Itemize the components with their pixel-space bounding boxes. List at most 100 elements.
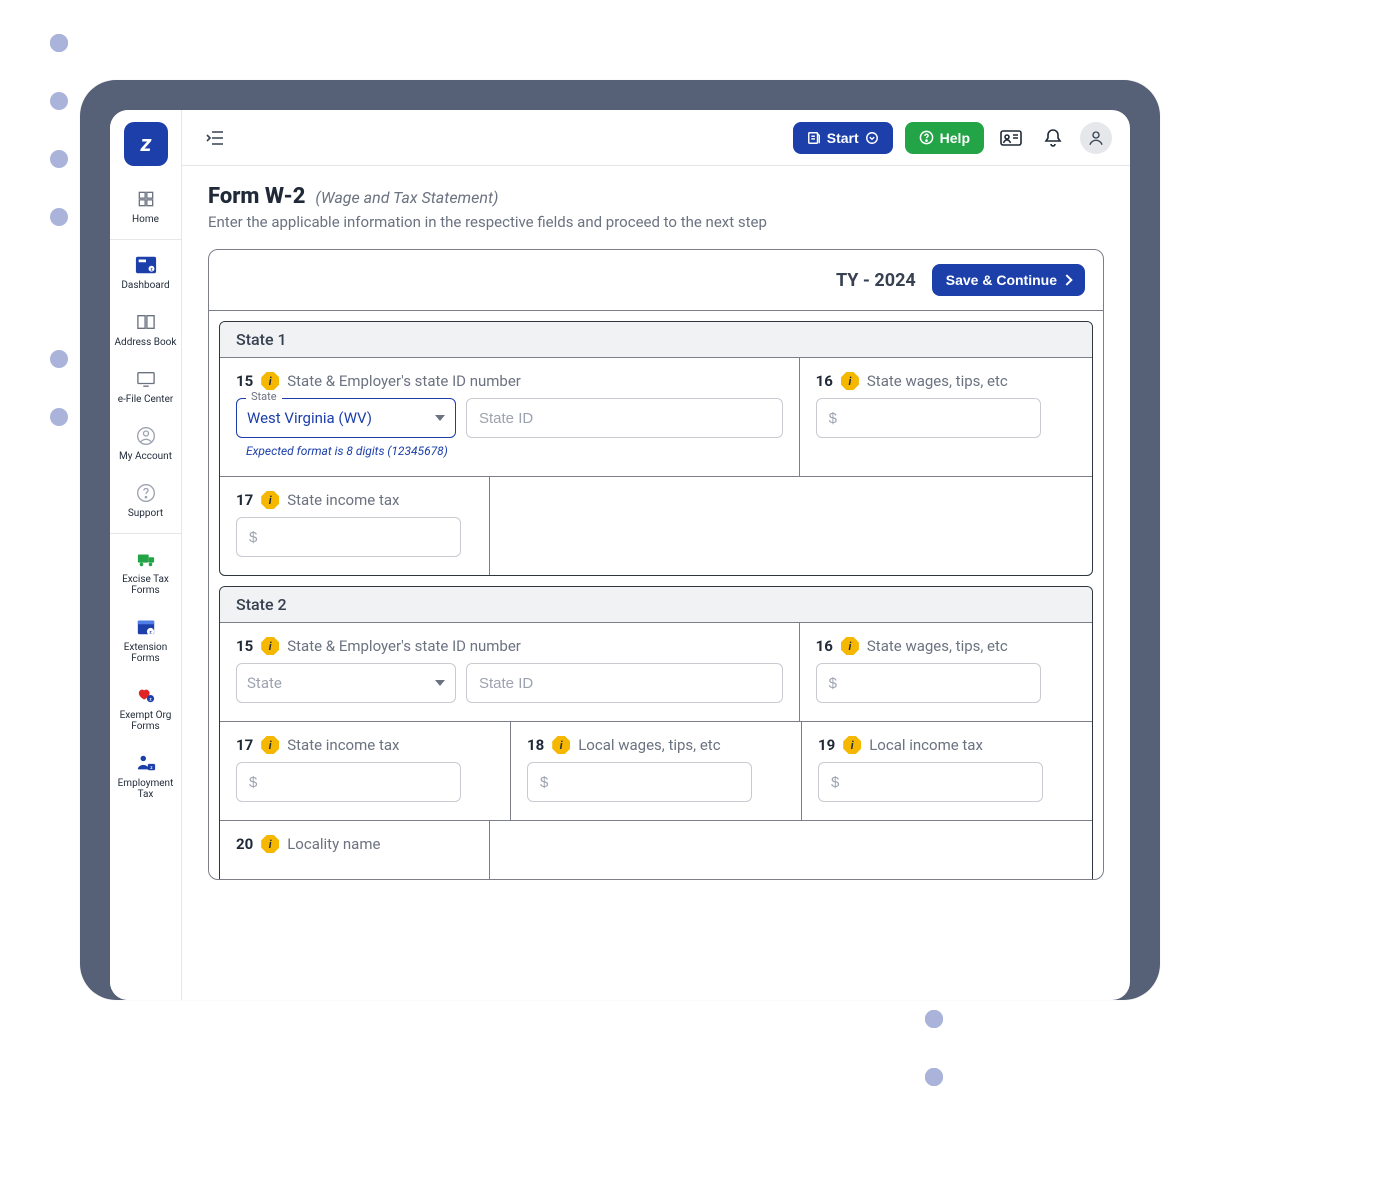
sidebar-item-label: Support: [128, 508, 163, 519]
bell-icon[interactable]: [1038, 123, 1068, 153]
chevron-down-icon: [435, 680, 445, 686]
field-label: Local wages, tips, etc: [578, 736, 720, 754]
chevron-down-icon: [435, 415, 445, 421]
user-circle-icon: [135, 425, 157, 447]
state-income-tax-input[interactable]: [236, 762, 461, 802]
save-continue-label: Save & Continue: [946, 272, 1057, 288]
state-wages-input[interactable]: [816, 663, 1041, 703]
info-icon[interactable]: i: [261, 736, 279, 754]
chevron-down-icon: [865, 131, 879, 145]
state-placeholder: State: [247, 674, 282, 692]
sidebar-item-label: Employment Tax: [112, 778, 179, 800]
employment-icon: z: [135, 752, 157, 774]
field-label: State & Employer's state ID number: [287, 372, 521, 390]
field-number: 16: [816, 637, 833, 655]
start-button[interactable]: Start: [793, 122, 893, 154]
avatar[interactable]: [1080, 122, 1112, 154]
sidebar-item-excise-tax[interactable]: Excise Tax Forms: [110, 538, 181, 606]
info-icon[interactable]: i: [843, 736, 861, 754]
field-number: 15: [236, 637, 253, 655]
collapse-sidebar-button[interactable]: [200, 123, 230, 153]
field-number: 19: [818, 736, 835, 754]
question-circle-icon: [135, 482, 157, 504]
field-number: 18: [527, 736, 544, 754]
state-income-tax-input[interactable]: [236, 517, 461, 557]
sidebar-item-efile-center[interactable]: e-File Center: [110, 358, 181, 415]
truck-icon: [135, 548, 157, 570]
field-label: State wages, tips, etc: [867, 637, 1008, 655]
field-label: State income tax: [287, 491, 399, 509]
state-1-section: State 1 15 i State & Employer's state ID…: [219, 321, 1093, 576]
start-button-label: Start: [827, 130, 859, 146]
state-2-header: State 2: [220, 587, 1092, 623]
info-icon[interactable]: i: [261, 835, 279, 853]
state-2-section: State 2 15 i State & Employer's state ID…: [219, 586, 1093, 879]
home-icon: [135, 188, 157, 210]
form-card: TY - 2024 Save & Continue State 1 15: [208, 249, 1104, 880]
info-icon[interactable]: i: [261, 491, 279, 509]
sidebar-item-label: Address Book: [115, 337, 177, 348]
field-label: Local income tax: [869, 736, 983, 754]
local-wages-input[interactable]: [527, 762, 752, 802]
state-id-hint: Expected format is 8 digits (12345678): [246, 444, 783, 458]
state-selected-value: West Virginia (WV): [247, 409, 372, 427]
info-icon[interactable]: i: [261, 637, 279, 655]
local-income-tax-input[interactable]: [818, 762, 1043, 802]
hearts-icon: z: [135, 684, 157, 706]
sidebar-item-exempt-org[interactable]: z Exempt Org Forms: [110, 674, 181, 742]
sidebar-item-label: Excise Tax Forms: [112, 574, 179, 596]
sidebar-item-my-account[interactable]: My Account: [110, 415, 181, 472]
sidebar-item-employment-tax[interactable]: z Employment Tax: [110, 742, 181, 810]
state-select[interactable]: State: [236, 663, 456, 703]
info-icon[interactable]: i: [261, 372, 279, 390]
sidebar: z Home z Dashboard Address Book: [110, 110, 182, 1000]
page-subtitle: (Wage and Tax Statement): [315, 188, 498, 207]
sidebar-item-home[interactable]: Home: [110, 178, 181, 235]
sidebar-item-label: Home: [132, 214, 159, 225]
app-window: z Home z Dashboard Address Book: [110, 110, 1130, 1000]
help-button-label: Help: [940, 130, 970, 146]
topbar: Start Help: [182, 110, 1130, 166]
chevron-right-icon: [1061, 274, 1072, 285]
state-id-input[interactable]: [466, 398, 783, 438]
address-book-icon: [135, 311, 157, 333]
state-select[interactable]: State West Virginia (WV): [236, 398, 456, 438]
monitor-icon: [135, 368, 157, 390]
state-1-header: State 1: [220, 322, 1092, 358]
id-card-icon[interactable]: [996, 123, 1026, 153]
form-icon: [807, 131, 821, 145]
field-number: 16: [816, 372, 833, 390]
tax-year-label: TY - 2024: [836, 270, 916, 291]
field-number: 20: [236, 835, 253, 853]
info-icon[interactable]: i: [841, 372, 859, 390]
sidebar-item-label: Extension Forms: [112, 642, 179, 664]
page-title: Form W-2: [208, 184, 305, 209]
sidebar-item-support[interactable]: Support: [110, 472, 181, 529]
field-number: 15: [236, 372, 253, 390]
dashboard-icon: z: [135, 254, 157, 276]
calendar-icon: z: [135, 616, 157, 638]
state-wages-input[interactable]: [816, 398, 1041, 438]
device-frame: z Home z Dashboard Address Book: [80, 80, 1160, 1000]
field-label: State & Employer's state ID number: [287, 637, 521, 655]
state-id-input[interactable]: [466, 663, 783, 703]
sidebar-item-label: My Account: [119, 451, 172, 462]
sidebar-item-address-book[interactable]: Address Book: [110, 301, 181, 358]
sidebar-item-dashboard[interactable]: z Dashboard: [110, 244, 181, 301]
field-number: 17: [236, 736, 253, 754]
sidebar-item-label: e-File Center: [118, 394, 174, 405]
page-description: Enter the applicable information in the …: [208, 213, 1104, 231]
field-label: Locality name: [287, 835, 380, 853]
state-floating-label: State: [246, 390, 282, 403]
help-button[interactable]: Help: [905, 122, 984, 154]
question-circle-icon: [919, 130, 934, 145]
field-number: 17: [236, 491, 253, 509]
app-logo: z: [124, 122, 168, 166]
sidebar-item-label: Exempt Org Forms: [112, 710, 179, 732]
save-continue-button[interactable]: Save & Continue: [932, 264, 1085, 296]
sidebar-item-extension-forms[interactable]: z Extension Forms: [110, 606, 181, 674]
field-label: State income tax: [287, 736, 399, 754]
field-label: State wages, tips, etc: [867, 372, 1008, 390]
info-icon[interactable]: i: [841, 637, 859, 655]
info-icon[interactable]: i: [552, 736, 570, 754]
